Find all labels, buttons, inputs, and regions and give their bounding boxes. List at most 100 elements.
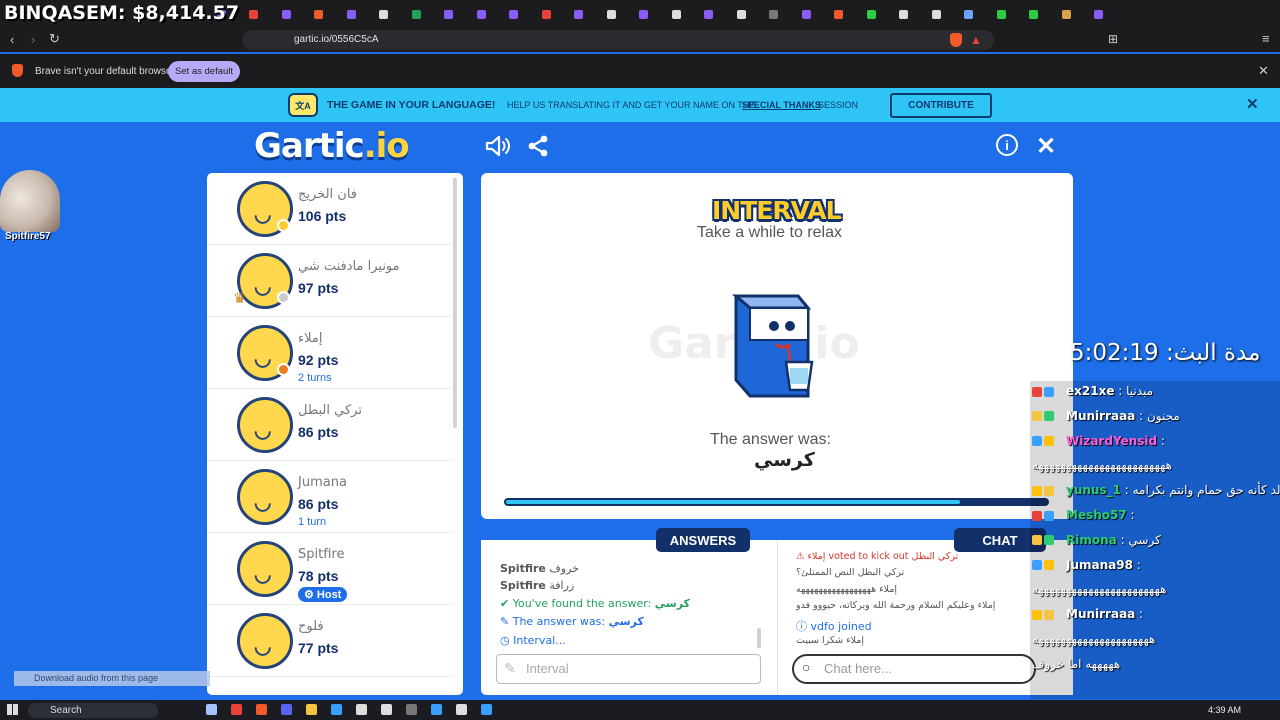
browser-tab[interactable] — [698, 4, 720, 24]
joined-text: vdfo joined — [810, 620, 872, 633]
badge-icon — [1044, 436, 1054, 447]
extensions-icon[interactable]: ⊞ — [1108, 32, 1118, 46]
banner-title: THE GAME IN YOUR LANGUAGE! — [327, 99, 496, 111]
browser-tab[interactable] — [828, 4, 850, 24]
windows-start-icon[interactable] — [7, 704, 18, 715]
browser-tab[interactable] — [405, 4, 427, 24]
taskbar-app-icon[interactable] — [256, 704, 267, 715]
browser-tab[interactable] — [860, 4, 882, 24]
browser-tab[interactable] — [308, 4, 330, 24]
browser-tab[interactable] — [373, 4, 395, 24]
player-row[interactable]: ◡ مونيرا مادفنت شي 97 pts ♛ — [207, 245, 453, 317]
host-badge-label: Host — [316, 589, 342, 601]
player-row[interactable]: ◡ فان الخريج 106 pts — [207, 173, 453, 245]
user-badges — [1032, 483, 1066, 497]
tab-favicon-icon — [249, 9, 258, 19]
interval-line: ◷ Interval... — [500, 634, 566, 647]
browser-tab[interactable] — [730, 4, 752, 24]
tab-favicon-icon — [964, 9, 973, 19]
taskbar-app-icon[interactable] — [481, 704, 492, 715]
answers-scrollbar[interactable] — [757, 628, 761, 648]
browser-tab[interactable] — [470, 4, 492, 24]
tab-favicon-icon — [736, 9, 746, 19]
banner-suffix: SESSION — [818, 100, 859, 110]
answer-input-placeholder: Interval — [526, 661, 569, 676]
taskbar-app-icon[interactable] — [281, 704, 292, 715]
player-row[interactable]: ◡ فلوح 77 pts — [207, 605, 453, 677]
smiley-face-icon: ◡ — [254, 636, 272, 658]
browser-tab[interactable] — [340, 4, 362, 24]
player-avatar: ◡ — [237, 397, 293, 453]
browser-tab[interactable] — [633, 4, 655, 24]
notif-close-icon[interactable]: ✕ — [1258, 63, 1269, 79]
close-room-icon[interactable]: ✕ — [1036, 132, 1056, 161]
browser-tab[interactable] — [1088, 4, 1110, 24]
browser-tab[interactable] — [438, 4, 460, 24]
stream-chat-message: ex21xe : مبدنيا — [1032, 384, 1153, 398]
sound-icon[interactable] — [484, 134, 512, 158]
streamer-cam-avatar — [0, 170, 60, 232]
player-points: 86 pts — [298, 424, 339, 440]
browser-tab[interactable] — [665, 4, 687, 24]
browser-tab[interactable] — [958, 4, 980, 24]
browser-tab[interactable] — [1023, 4, 1045, 24]
brave-shield-icon[interactable] — [950, 33, 962, 47]
player-row[interactable]: ◡ Jumana 86 pts 1 turn — [207, 461, 453, 533]
browser-tab[interactable] — [275, 4, 297, 24]
contribute-button[interactable]: CONTRIBUTE — [890, 93, 992, 118]
taskbar-app-icon[interactable] — [456, 704, 467, 715]
badge-icon — [1044, 535, 1054, 546]
browser-tab[interactable] — [795, 4, 817, 24]
answer-line: Spitfire خروف — [500, 562, 579, 575]
browser-tab[interactable] — [568, 4, 590, 24]
user-badges — [1032, 508, 1066, 522]
browser-tab[interactable] — [600, 4, 622, 24]
rewards-icon[interactable]: ▲ — [970, 33, 982, 47]
taskbar-app-icon[interactable] — [331, 704, 342, 715]
back-icon[interactable]: ‹ — [10, 32, 14, 47]
share-icon[interactable] — [526, 134, 550, 158]
menu-icon[interactable]: ≡ — [1262, 31, 1270, 46]
taskbar-search[interactable]: Search — [28, 703, 158, 718]
stream-chat-text: مجنون — [1146, 408, 1180, 423]
special-thanks-link[interactable]: SPECIAL THANKS — [742, 100, 821, 110]
set-default-button[interactable]: Set as default — [168, 61, 240, 82]
tab-favicon-icon — [769, 9, 778, 19]
stream-chat-message: Jumana98 : — [1032, 558, 1141, 572]
banner-close-icon[interactable]: ✕ — [1246, 95, 1259, 113]
url-text[interactable]: gartic.io/0556C5cA — [294, 34, 379, 45]
browser-tab[interactable] — [990, 4, 1012, 24]
player-row[interactable]: ◡ تركي البطل 86 pts — [207, 389, 453, 461]
tab-favicon-icon — [411, 9, 421, 19]
browser-tab[interactable] — [535, 4, 557, 24]
info-icon[interactable]: i — [996, 134, 1018, 156]
tab-answers[interactable]: ANSWERS — [656, 528, 750, 552]
browser-tab[interactable] — [925, 4, 947, 24]
badge-icon — [1032, 386, 1042, 397]
forward-icon[interactable]: › — [31, 32, 35, 47]
browser-tab[interactable] — [1055, 4, 1077, 24]
badge-icon — [1044, 485, 1054, 496]
browser-tab[interactable] — [893, 4, 915, 24]
chat-line: ⓘ vdfo joined — [796, 618, 872, 634]
player-row[interactable]: ◡ Spitfire 78 pts ⚙ Host — [207, 533, 453, 605]
browser-tab[interactable] — [503, 4, 525, 24]
download-audio-bar[interactable]: Download audio from this page — [14, 671, 210, 686]
stream-chat-user: WizardYensid — [1066, 433, 1158, 448]
stream-chat-text: ههههههههههههههههههههههههه — [1032, 458, 1172, 473]
player-row[interactable]: ◡ إملاء 92 pts 2 turns — [207, 317, 453, 389]
taskbar-app-icon[interactable] — [231, 704, 242, 715]
player-list-scrollbar[interactable] — [453, 178, 457, 428]
browser-tab[interactable] — [243, 4, 265, 24]
stream-chat-text: مبدنيا — [1126, 384, 1154, 398]
taskbar-app-icon[interactable] — [206, 704, 217, 715]
browser-tab[interactable] — [763, 4, 785, 24]
reload-icon[interactable]: ↻ — [49, 31, 60, 47]
taskbar-app-icon[interactable] — [306, 704, 317, 715]
tab-favicon-icon — [281, 9, 291, 19]
taskbar-app-icon[interactable] — [381, 704, 392, 715]
taskbar-app-icon[interactable] — [431, 704, 442, 715]
taskbar-app-icon[interactable] — [406, 704, 417, 715]
taskbar-app-icon[interactable] — [356, 704, 367, 715]
smiley-face-icon: ◡ — [254, 492, 272, 514]
